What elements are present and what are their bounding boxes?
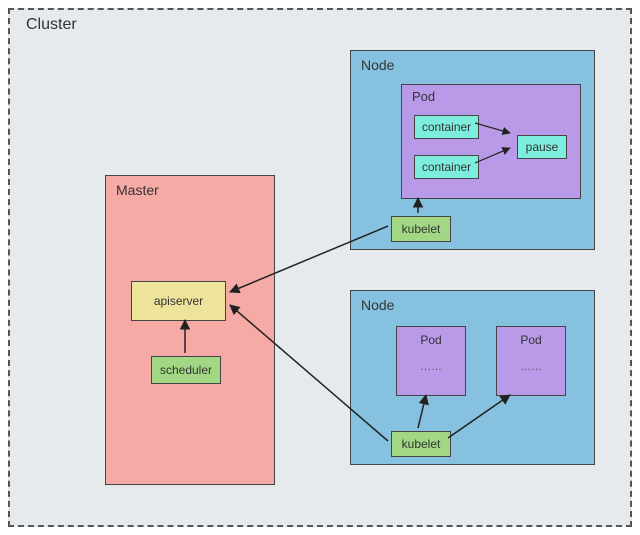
master-label: Master <box>116 182 159 198</box>
node2-pod2-box: Pod …… <box>496 326 566 396</box>
cluster-label: Cluster <box>26 16 77 34</box>
node1-kubelet-label: kubelet <box>402 222 441 236</box>
diagram-canvas: Cluster Master apiserver scheduler Node … <box>0 0 640 535</box>
container2-box: container <box>414 155 479 179</box>
node2-pod1-box: Pod …… <box>396 326 466 396</box>
master-box: Master apiserver scheduler <box>105 175 275 485</box>
node2-box: Node Pod …… Pod …… kubelet <box>350 290 595 465</box>
node2-pod2-label: Pod <box>497 333 565 347</box>
node1-kubelet-box: kubelet <box>391 216 451 242</box>
node1-box: Node Pod container container pause kubel… <box>350 50 595 250</box>
pause-box: pause <box>517 135 567 159</box>
apiserver-box: apiserver <box>131 281 226 321</box>
container2-label: container <box>422 160 471 174</box>
node2-pod2-dots: …… <box>497 361 565 373</box>
node2-label: Node <box>361 297 394 313</box>
pause-label: pause <box>526 140 559 154</box>
node2-pod1-label: Pod <box>397 333 465 347</box>
node1-label: Node <box>361 57 394 73</box>
container1-label: container <box>422 120 471 134</box>
node2-kubelet-label: kubelet <box>402 437 441 451</box>
node2-kubelet-box: kubelet <box>391 431 451 457</box>
cluster-box: Cluster Master apiserver scheduler Node … <box>8 8 632 527</box>
scheduler-label: scheduler <box>160 363 212 377</box>
node1-pod-label: Pod <box>412 89 435 104</box>
container1-box: container <box>414 115 479 139</box>
scheduler-box: scheduler <box>151 356 221 384</box>
node1-pod-box: Pod container container pause <box>401 84 581 199</box>
node2-pod1-dots: …… <box>397 361 465 373</box>
apiserver-label: apiserver <box>154 294 203 308</box>
